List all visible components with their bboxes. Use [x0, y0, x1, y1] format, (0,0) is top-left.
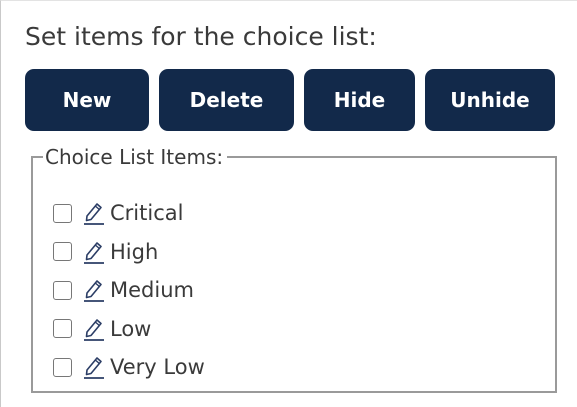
item-label: Medium — [110, 278, 194, 303]
choice-list-settings-panel: Set items for the choice list: New Delet… — [0, 0, 577, 407]
pencil-edit-icon[interactable] — [82, 316, 106, 342]
item-checkbox[interactable] — [53, 319, 72, 339]
pencil-edit-icon[interactable] — [82, 277, 106, 303]
item-label: High — [110, 239, 159, 264]
item-label: Low — [110, 316, 152, 341]
item-checkbox[interactable] — [53, 203, 72, 223]
choice-item-very-low: Very Low — [53, 348, 205, 387]
choice-item-low: Low — [53, 310, 205, 349]
hide-button[interactable]: Hide — [304, 69, 415, 131]
choice-list-items: Critical High Medium Low Very Low — [53, 194, 205, 387]
item-checkbox[interactable] — [53, 242, 72, 262]
item-checkbox[interactable] — [53, 280, 72, 300]
groupbox-legend: Choice List Items: — [43, 145, 228, 169]
choice-item-critical: Critical — [53, 194, 205, 233]
choice-item-high: High — [53, 233, 205, 272]
new-button[interactable]: New — [25, 69, 149, 131]
item-label: Critical — [110, 201, 184, 226]
delete-button[interactable]: Delete — [159, 69, 294, 131]
choice-list-items-groupbox: Choice List Items: Critical High Medium … — [31, 145, 557, 393]
pencil-edit-icon[interactable] — [82, 354, 106, 380]
pencil-edit-icon[interactable] — [82, 239, 106, 265]
unhide-button[interactable]: Unhide — [425, 69, 555, 131]
item-checkbox[interactable] — [53, 357, 72, 377]
item-label: Very Low — [110, 355, 205, 380]
choice-item-medium: Medium — [53, 271, 205, 310]
pencil-edit-icon[interactable] — [82, 200, 106, 226]
panel-heading: Set items for the choice list: — [25, 22, 377, 51]
